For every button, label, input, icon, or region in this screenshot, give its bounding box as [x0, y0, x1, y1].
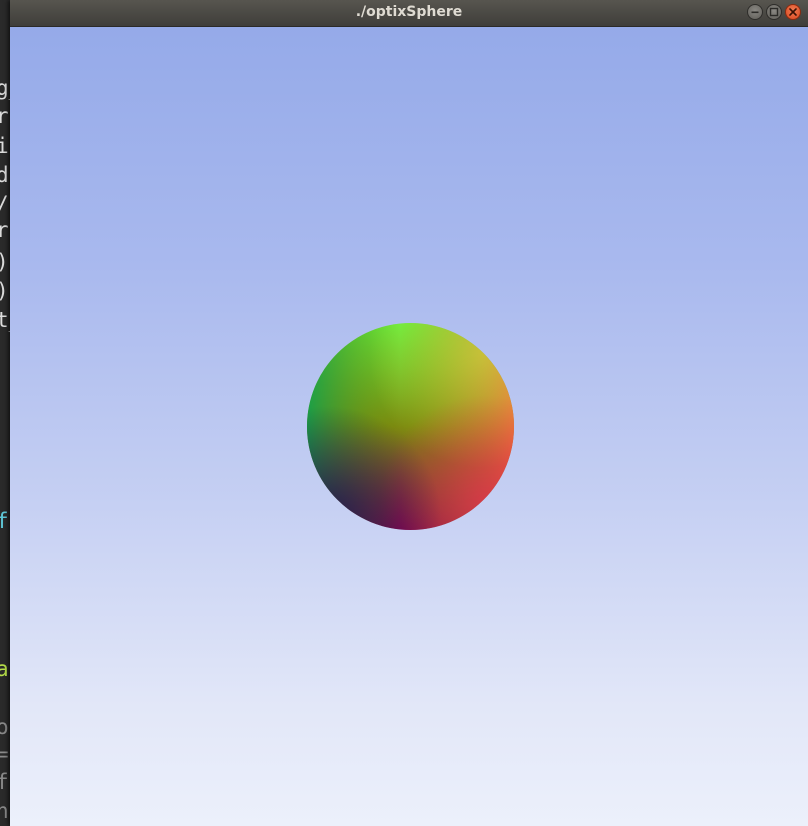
render-viewport[interactable]: [10, 27, 808, 826]
terminal-text: ): [0, 248, 9, 276]
minimize-button[interactable]: [747, 4, 763, 20]
rendered-sphere: [307, 323, 514, 530]
terminal-text: a: [0, 657, 9, 681]
terminal-text: ): [0, 277, 9, 305]
terminal-text: =: [0, 742, 9, 766]
terminal-text: /: [0, 190, 9, 218]
maximize-icon: [769, 7, 779, 17]
terminal-text: f: [0, 770, 9, 794]
terminal-text: r: [0, 104, 9, 128]
close-icon: [789, 8, 797, 16]
maximize-button[interactable]: [766, 4, 782, 20]
window-titlebar[interactable]: ./optixSphere: [10, 0, 808, 27]
sphere-shading: [307, 323, 514, 530]
terminal-text: n: [0, 799, 9, 823]
close-button[interactable]: [785, 4, 801, 20]
terminal-text: f: [0, 509, 9, 533]
terminal-text: o: [0, 715, 9, 739]
optix-sphere-window: ./optixSphere: [10, 0, 808, 826]
desktop: g_ r ia do / r ) ) t_ f a o = f n ./opti…: [0, 0, 808, 826]
terminal-text: r: [0, 218, 9, 242]
window-title: ./optixSphere: [355, 4, 463, 20]
minimize-icon: [751, 11, 759, 14]
